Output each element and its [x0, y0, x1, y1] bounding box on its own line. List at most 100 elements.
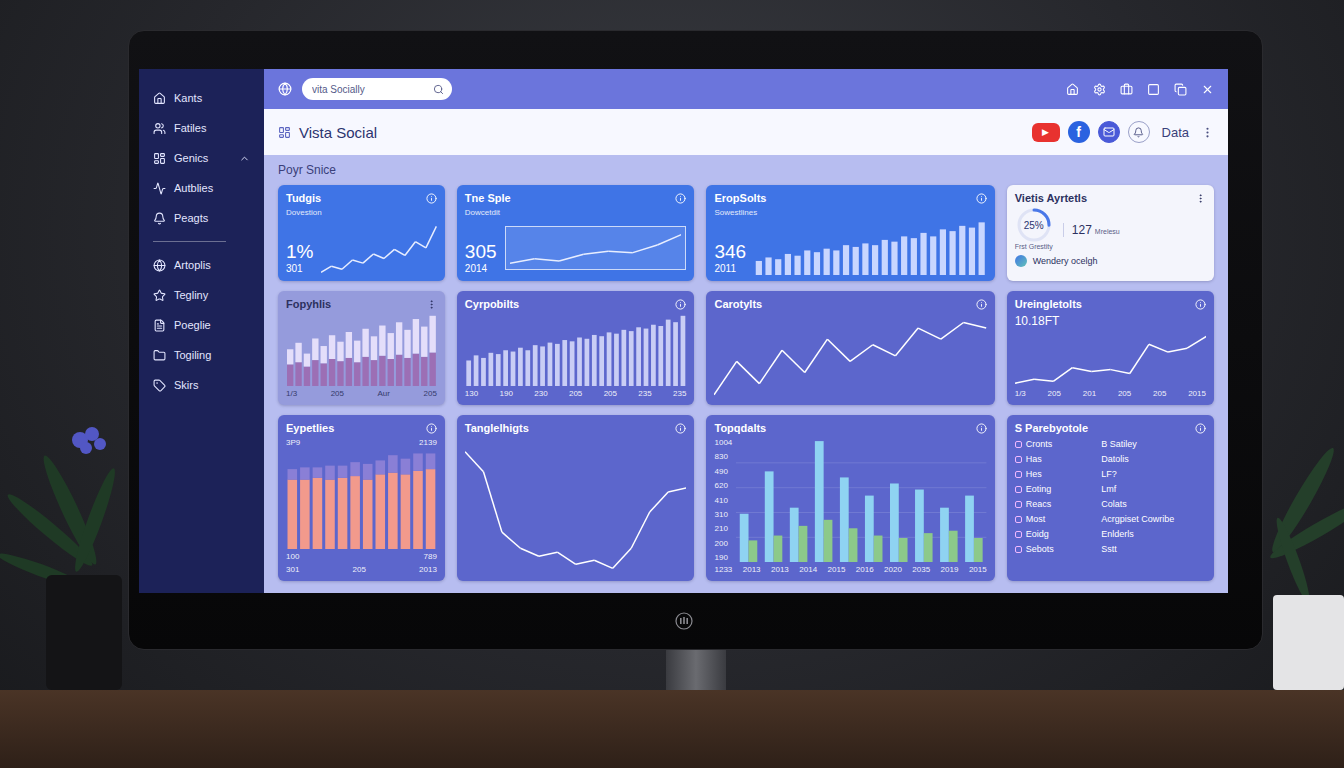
search-icon[interactable] — [433, 84, 444, 95]
sidebar-item[interactable]: Fatiles — [147, 115, 256, 141]
chart-card[interactable]: Eypetlies3P921391007893012052013 — [278, 415, 445, 581]
search-input[interactable] — [310, 83, 429, 96]
sidebar-item[interactable]: Artoplis — [147, 252, 256, 278]
info-icon[interactable] — [426, 193, 437, 204]
info-icon[interactable] — [426, 423, 437, 434]
chart-bar — [363, 464, 373, 480]
chart-bar — [872, 245, 878, 275]
chart-line-segment — [1129, 344, 1148, 373]
info-icon[interactable] — [1195, 423, 1206, 434]
chart-bar — [924, 533, 933, 562]
chart-bar — [680, 316, 685, 386]
sidebar-item[interactable]: Kants — [147, 85, 256, 111]
stat-value: 346 — [714, 241, 746, 263]
chart-bar — [401, 474, 411, 549]
line-chart — [321, 221, 436, 275]
tick-label: 1004 — [714, 438, 732, 447]
stat-value: 1% — [286, 241, 313, 263]
plant-icon — [0, 360, 128, 690]
header: Vista Social▶fData — [264, 109, 1228, 155]
chart-line-segment — [395, 249, 405, 255]
close-icon[interactable] — [1201, 83, 1214, 96]
info-icon[interactable] — [675, 299, 686, 310]
chart-bar — [525, 350, 530, 386]
settings-icon[interactable] — [1093, 83, 1106, 96]
copy-icon[interactable] — [1174, 83, 1187, 96]
facebook-icon[interactable]: f — [1068, 121, 1090, 143]
chart-line-segment — [613, 548, 631, 568]
chart-series — [510, 234, 682, 263]
info-icon[interactable] — [1195, 299, 1206, 310]
card-header: Fopyhlis — [286, 297, 437, 311]
briefcase-icon[interactable] — [1120, 83, 1133, 96]
card-grid: TudgisDovestion1%301Tne SpleDowcetdit305… — [278, 185, 1214, 581]
info-icon[interactable] — [976, 423, 987, 434]
chart-bar — [325, 480, 335, 550]
chart-bar — [396, 355, 402, 386]
chart-bar — [481, 358, 486, 386]
chart-bar — [673, 322, 678, 386]
chart-line-segment — [502, 532, 520, 548]
chart-line-segment — [657, 234, 682, 245]
sidebar-item[interactable]: Poeglie — [147, 312, 256, 338]
more-icon[interactable] — [1201, 126, 1214, 139]
sidebar-item[interactable]: Togiling — [147, 342, 256, 368]
stat-card[interactable]: TudgisDovestion1%301 — [278, 185, 445, 281]
tick-label: 100 — [286, 552, 299, 562]
monitor-stand — [666, 650, 726, 690]
row-icon — [1015, 486, 1022, 493]
globe-icon[interactable] — [278, 82, 292, 96]
chart-line-segment — [1034, 379, 1053, 381]
sidebar-item[interactable]: Genics — [147, 145, 256, 171]
x-axis: 130190230205205235235 — [465, 389, 687, 399]
chart-line-segment — [1015, 379, 1034, 383]
youtube-icon[interactable]: ▶ — [1032, 123, 1060, 142]
chart-bar — [313, 478, 323, 549]
chart-bar — [940, 508, 949, 562]
chart-bar — [815, 441, 824, 562]
chart-bar — [651, 325, 656, 386]
list-label: Cronts — [1015, 438, 1096, 451]
info-icon[interactable] — [976, 299, 987, 310]
chart-bar — [376, 474, 386, 549]
tick-label: 1233 — [714, 565, 732, 575]
home-icon[interactable] — [1066, 83, 1079, 96]
info-icon[interactable] — [675, 423, 686, 434]
chart-card[interactable]: Fopyhlis1/3205Aur205 — [278, 291, 445, 405]
sidebar-item[interactable]: Autblies — [147, 175, 256, 201]
chart-bar — [959, 226, 965, 275]
more-icon[interactable] — [426, 299, 437, 310]
chevron-up-icon[interactable] — [239, 153, 250, 164]
stat-card[interactable]: Tne SpleDowcetdit3052014 — [457, 185, 695, 281]
mail-button[interactable] — [1098, 121, 1120, 143]
chart-bar — [899, 538, 908, 562]
chart-card[interactable]: Cyrpobilts130190230205205235235 — [457, 291, 695, 405]
chart-bar — [388, 455, 398, 472]
chart-card[interactable]: Carotylts — [706, 291, 994, 405]
info-icon[interactable] — [675, 193, 686, 204]
chart-bar — [295, 343, 301, 362]
account-label[interactable]: Data — [1158, 125, 1193, 140]
stat-card[interactable]: EropSoltsSowestlines3462011 — [706, 185, 994, 281]
chart-bar — [404, 330, 410, 358]
sidebar-item[interactable]: Peagts — [147, 205, 256, 231]
chart-card[interactable]: Ureingletolts10.18FT1/32052012052052015 — [1007, 291, 1214, 405]
window-icon[interactable] — [1147, 83, 1160, 96]
chart-card[interactable]: Tanglelhigts — [457, 415, 695, 581]
search-box[interactable] — [302, 78, 452, 100]
chart-line-segment — [576, 560, 594, 564]
list-value: Colats — [1101, 498, 1206, 511]
sidebar-item[interactable]: Tegliny — [147, 282, 256, 308]
gauge-card[interactable]: Vietis Ayrtetls25%Frst Grestity127Mreles… — [1007, 185, 1214, 281]
bell-button[interactable] — [1128, 121, 1150, 143]
info-icon[interactable] — [976, 193, 987, 204]
list-card[interactable]: S ParebyotoleCrontsB SatileyHasDatolisHe… — [1007, 415, 1214, 581]
bar-chart — [754, 221, 987, 275]
sidebar-item[interactable]: Skirs — [147, 372, 256, 398]
chart-card[interactable]: Topqdalts1004830490620410310210200190123… — [706, 415, 994, 581]
more-icon[interactable] — [1195, 193, 1206, 204]
chart-line-segment — [608, 251, 633, 253]
chart-bar — [890, 483, 899, 562]
chart-area — [1015, 331, 1206, 386]
chart-line-segment — [539, 552, 557, 556]
